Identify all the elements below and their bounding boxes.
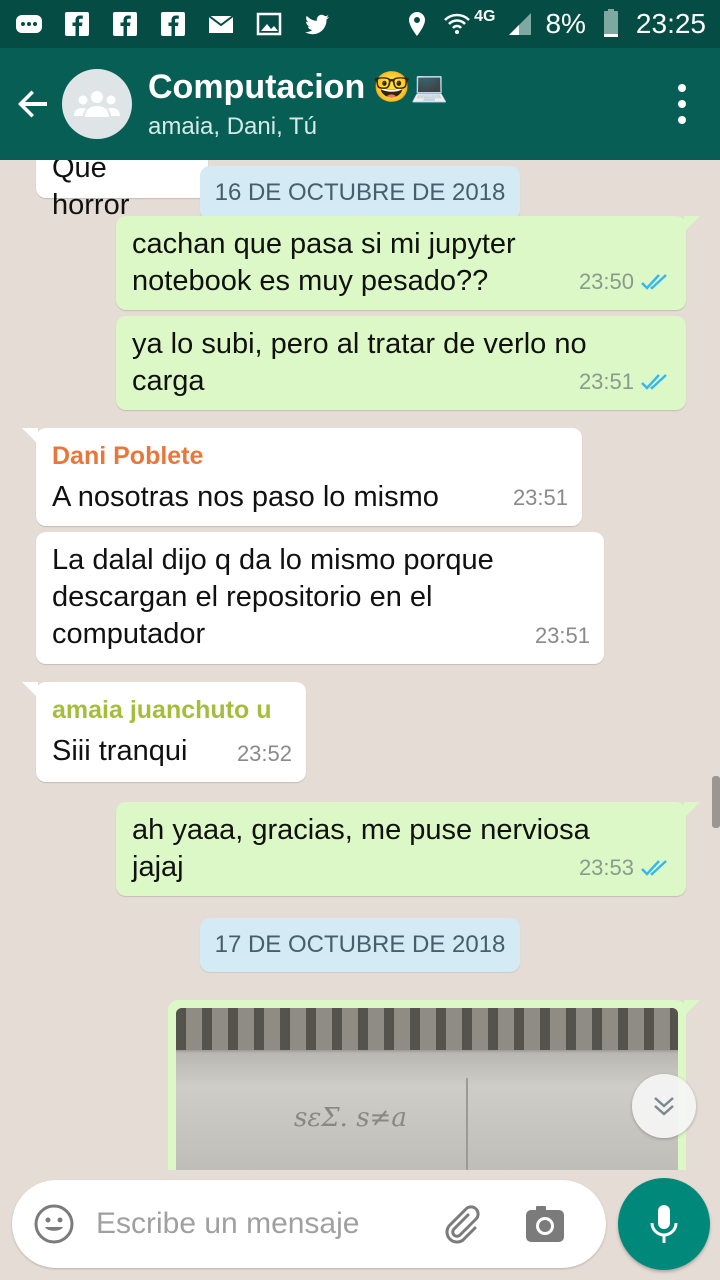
double-check-read-icon (641, 373, 667, 390)
image-message[interactable]: sεΣ. s≠a (168, 1000, 700, 1170)
message-time: 23:50 (578, 269, 634, 294)
microphone-icon (650, 1205, 678, 1243)
camera-icon[interactable] (524, 1203, 566, 1245)
message-meta: 23:51 (579, 363, 672, 400)
message-time: 23:51 (534, 623, 590, 648)
twitter-icon (305, 14, 329, 35)
group-avatar[interactable] (62, 69, 132, 139)
message-time: 23:51 (578, 369, 634, 394)
message-bubble-incoming[interactable]: La dalal dijo q da lo mismo porque desca… (36, 532, 604, 664)
date-separator: 16 DE OCTUBRE DE 2018 (200, 166, 520, 220)
message-text: A nosotras nos paso lo mismo (52, 481, 439, 513)
date-label: 16 DE OCTUBRE DE 2018 (214, 179, 506, 206)
sender-name: Dani Poblete (52, 442, 204, 470)
photo-detail (176, 1008, 678, 1050)
double-check-read-icon (641, 273, 667, 290)
chat-participants: amaia, Dani, Tú (148, 112, 317, 140)
message-meta: 23:51 (535, 617, 590, 654)
scrollbar-thumb[interactable] (712, 776, 720, 828)
double-chevron-down-icon (654, 1097, 674, 1116)
message-meta: 23:52 (237, 735, 292, 772)
chat-header: Computacion 🤓💻 amaia, Dani, Tú (0, 48, 720, 160)
chat-title: Computacion (148, 67, 366, 106)
facebook-icon (65, 12, 89, 36)
battery-percent: 8% (545, 8, 586, 39)
sender-name: amaia juanchuto u (52, 696, 272, 724)
message-bubble-incoming[interactable]: Dani Poblete A nosotras nos paso lo mism… (22, 428, 582, 526)
scroll-to-bottom-button[interactable] (632, 1074, 696, 1138)
paperclip-icon[interactable] (438, 1201, 484, 1247)
emoji-icon[interactable] (32, 1202, 76, 1246)
network-type: 4G (474, 8, 496, 25)
message-bubble-outgoing[interactable]: cachan que pasa si mi jupyter notebook e… (116, 216, 700, 310)
wifi-icon (444, 13, 470, 34)
chat-title-area[interactable]: Computacion 🤓💻 amaia, Dani, Tú (148, 68, 448, 141)
back-button[interactable] (4, 86, 62, 122)
message-text: ya lo subi, pero al tratar de verlo no c… (132, 328, 587, 397)
message-meta: 23:51 (513, 479, 568, 516)
more-options-button[interactable] (678, 84, 686, 124)
title-emoji: 🤓💻 (373, 70, 448, 104)
mail-icon (208, 15, 234, 33)
message-text: La dalal dijo q da lo mismo porque desca… (52, 544, 494, 650)
signal-icon (509, 13, 532, 35)
message-bubble-incoming[interactable]: amaia juanchuto u Siii tranqui 23:52 (22, 682, 306, 782)
message-time: 23:51 (512, 485, 568, 510)
facebook-icon (113, 12, 137, 36)
message-bubble-outgoing[interactable]: ya lo subi, pero al tratar de verlo no c… (116, 316, 686, 410)
photo-detail (466, 1078, 468, 1170)
message-text: Que horror (52, 160, 130, 221)
date-label: 17 DE OCTUBRE DE 2018 (214, 931, 506, 958)
clock: 23:25 (635, 8, 706, 39)
message-text: cachan que pasa si mi jupyter notebook e… (132, 228, 516, 297)
battery-icon (603, 9, 618, 37)
message-time: 23:52 (236, 741, 292, 766)
message-time: 23:53 (578, 855, 634, 880)
message-list[interactable]: Que horror 16 DE OCTUBRE DE 2018 cachan … (0, 160, 720, 1170)
photo-thumbnail[interactable]: sεΣ. s≠a (176, 1008, 678, 1170)
message-input[interactable] (96, 1207, 426, 1241)
message-bubble-outgoing[interactable]: ah yaaa, gracias, me puse nerviosa jajaj… (116, 802, 700, 896)
date-separator: 17 DE OCTUBRE DE 2018 (200, 918, 520, 972)
image-icon (256, 12, 282, 36)
message-bubble-incoming[interactable]: Que horror (36, 160, 208, 221)
facebook-icon (161, 12, 185, 36)
status-bar: 4G 8% 23:25 (0, 0, 720, 48)
voice-record-button[interactable] (618, 1178, 710, 1270)
message-meta: 23:53 (579, 849, 672, 886)
location-icon (409, 12, 426, 36)
double-check-read-icon (641, 859, 667, 876)
group-icon (74, 91, 120, 117)
message-text: ah yaaa, gracias, me puse nerviosa jajaj (132, 814, 590, 883)
photo-handwriting: sεΣ. s≠a (294, 1103, 407, 1133)
message-meta: 23:50 (579, 263, 672, 300)
arrow-left-icon (18, 90, 47, 118)
message-composer (12, 1180, 606, 1268)
chat-icon (16, 15, 42, 33)
